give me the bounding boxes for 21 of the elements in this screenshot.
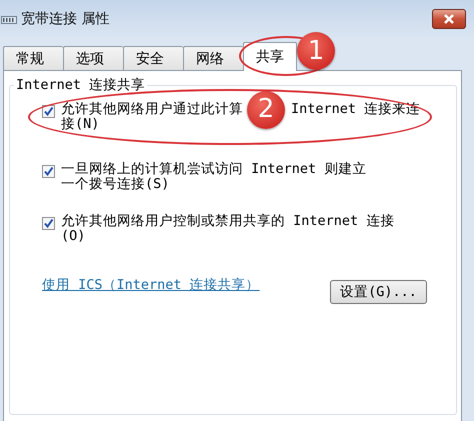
checkbox[interactable] bbox=[42, 165, 55, 178]
network-icon bbox=[1, 16, 17, 24]
window-title: 宽带连接 属性 bbox=[21, 10, 110, 28]
close-icon bbox=[443, 14, 455, 24]
tab[interactable]: 网络 bbox=[183, 46, 243, 70]
step-badge: 1 bbox=[297, 32, 335, 70]
checkbox-label: 接(N) bbox=[61, 117, 100, 132]
close-button[interactable] bbox=[432, 9, 466, 29]
checkbox-label: 允许其他网络用户通过此计算 bbox=[61, 102, 243, 117]
group-title: Internet 连接共享 bbox=[14, 76, 148, 94]
checkbox[interactable] bbox=[42, 105, 55, 118]
checkbox[interactable] bbox=[42, 217, 55, 230]
tab[interactable]: 安全 bbox=[123, 46, 183, 70]
settings-button[interactable]: 设置(G)... bbox=[330, 280, 427, 304]
tab[interactable]: 常规 bbox=[3, 46, 63, 70]
step-badge: 2 bbox=[247, 90, 285, 128]
tab[interactable]: 共享 bbox=[243, 42, 297, 71]
checkbox-label: 允许其他网络用户控制或禁用共享的 Internet 连接(O) bbox=[61, 214, 396, 244]
ics-link[interactable]: 使用 ICS（Internet 连接共享） bbox=[42, 276, 260, 294]
checkbox-label: 一旦网络上的计算机尝试访问 Internet 则建立一个拨号连接(S) bbox=[61, 162, 368, 192]
tab[interactable]: 选项 bbox=[63, 46, 123, 70]
